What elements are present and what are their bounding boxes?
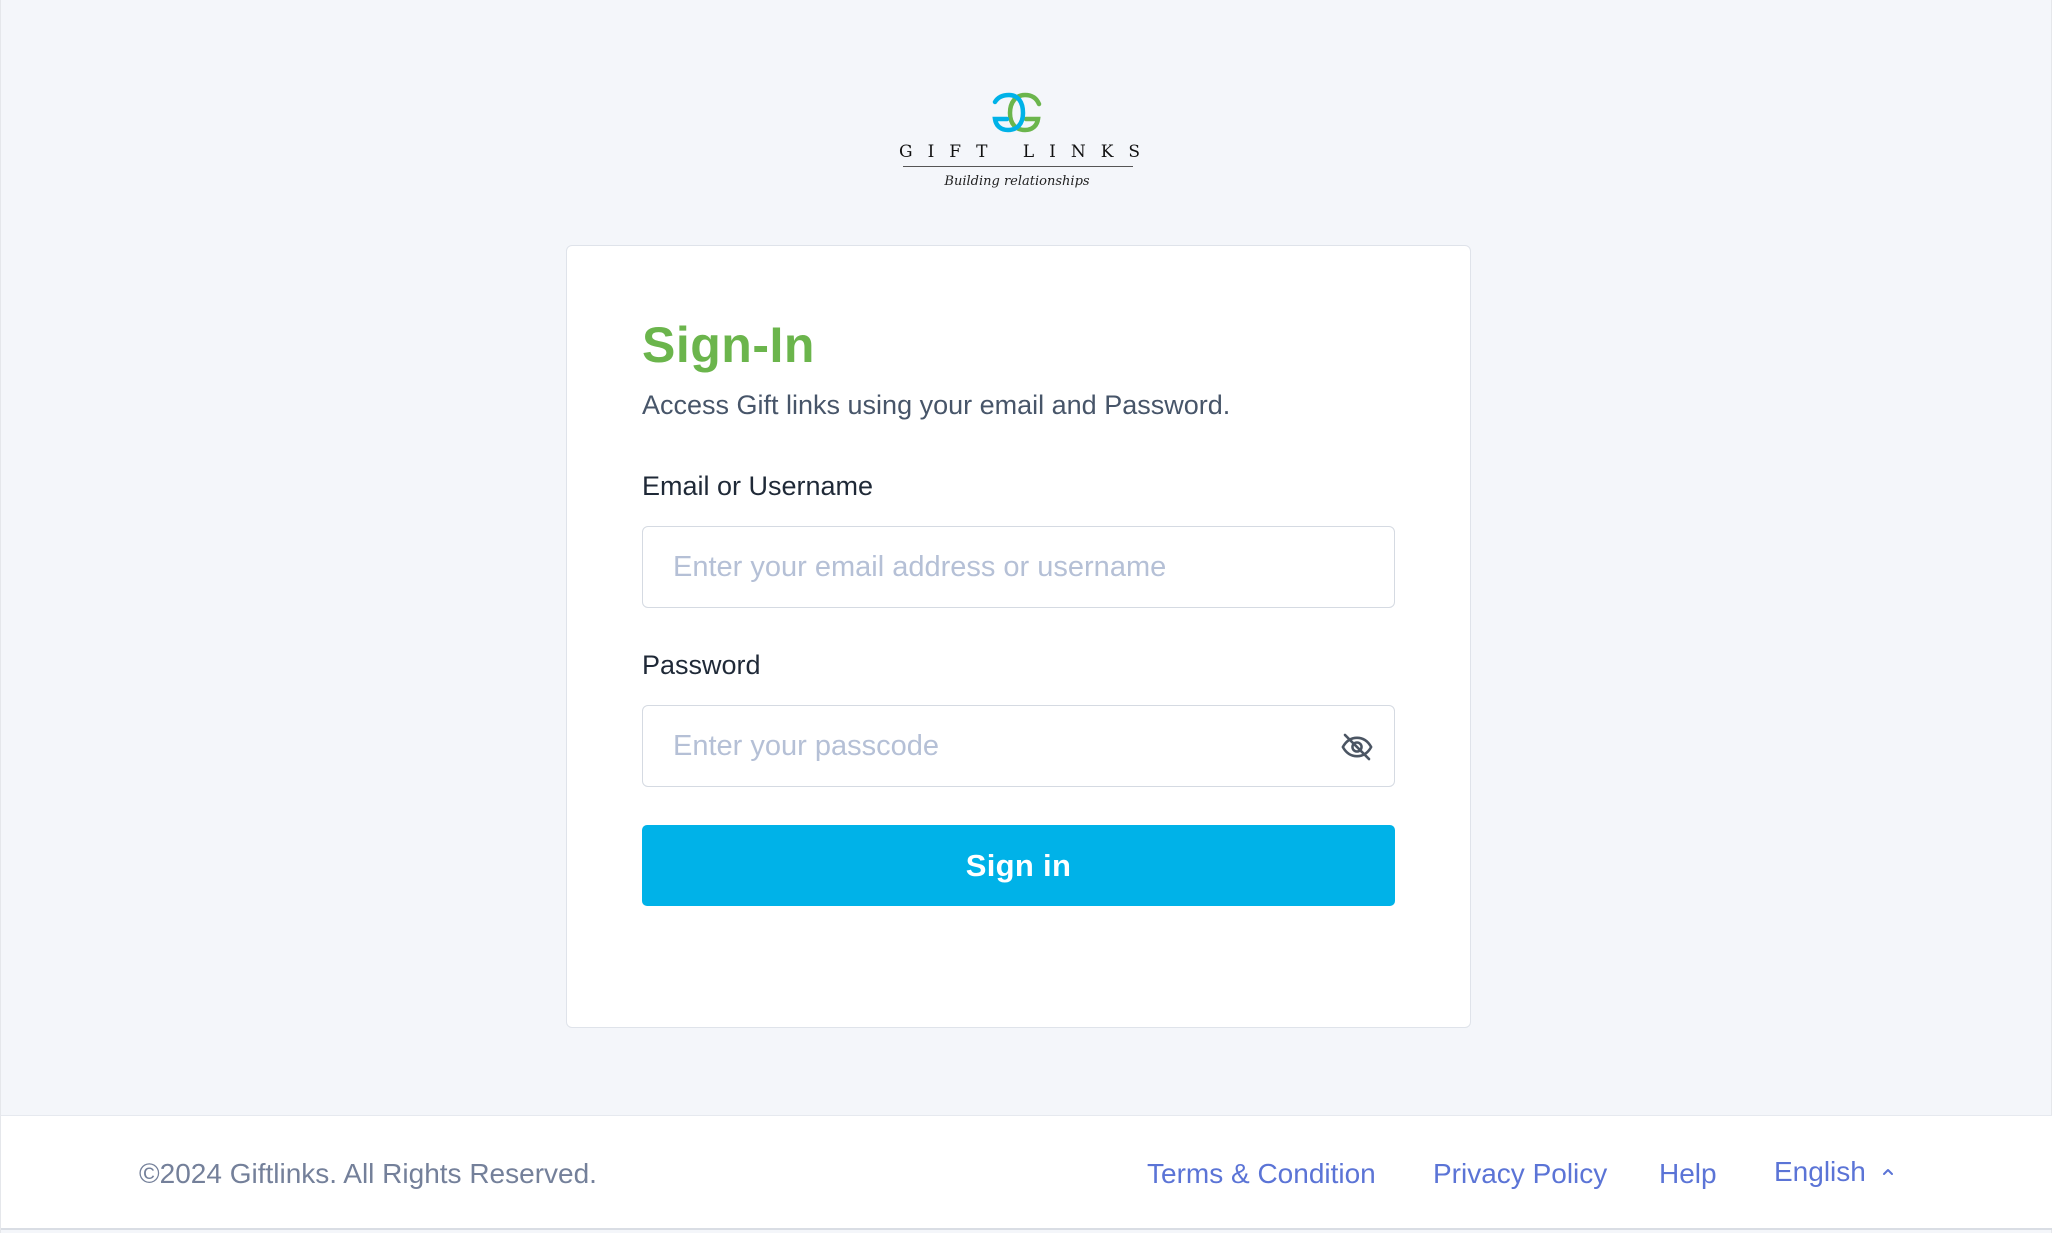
- page-footer: ©2024 Giftlinks. All Rights Reserved. Te…: [1, 1115, 2052, 1230]
- copyright-text: ©2024 Giftlinks. All Rights Reserved.: [139, 1158, 597, 1189]
- chevron-up-icon: [1882, 1169, 1893, 1175]
- brand-tagline: Building relationships: [944, 174, 1090, 189]
- password-label: Password: [642, 650, 761, 680]
- logo-divider: [903, 166, 1133, 167]
- password-input[interactable]: [673, 706, 1313, 786]
- sign-in-card: Sign-In Access Gift links using your ema…: [566, 245, 1471, 1028]
- email-field-container: [642, 526, 1395, 608]
- language-label: English: [1774, 1156, 1866, 1187]
- brand-name: GIFT LINKS: [899, 142, 1156, 162]
- sign-in-page: GIFT LINKS Building relationships Sign-I…: [0, 0, 2052, 1233]
- email-label: Email or Username: [642, 471, 874, 501]
- page-title: Sign-In: [642, 317, 815, 373]
- sign-in-button[interactable]: Sign in: [642, 825, 1395, 906]
- password-field-container: [642, 705, 1395, 787]
- language-selector[interactable]: English: [1774, 1156, 1896, 1188]
- page-subtitle: Access Gift links using your email and P…: [642, 390, 1231, 420]
- privacy-policy-link[interactable]: Privacy Policy: [1433, 1158, 1607, 1190]
- email-input[interactable]: [673, 527, 1313, 607]
- eye-off-icon[interactable]: [1340, 730, 1374, 764]
- gift-links-logo-mark: [992, 92, 1042, 133]
- brand-logo: GIFT LINKS Building relationships: [899, 92, 1156, 200]
- terms-link[interactable]: Terms & Condition: [1147, 1158, 1376, 1190]
- help-link[interactable]: Help: [1659, 1158, 1717, 1190]
